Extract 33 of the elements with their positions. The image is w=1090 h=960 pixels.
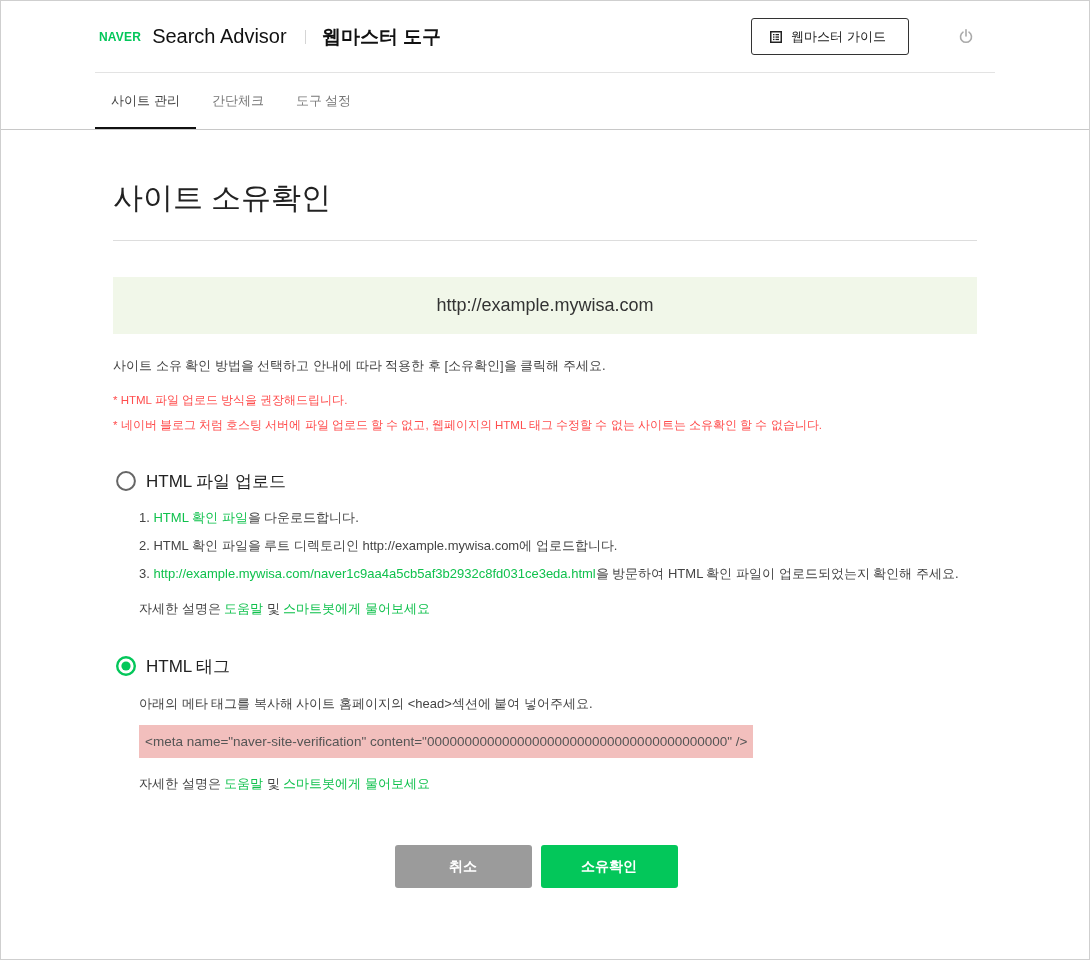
nav-tab[interactable]: 사이트 관리 [95, 73, 196, 129]
help-link[interactable]: 도움말 [224, 601, 264, 616]
list-icon [770, 30, 783, 43]
page-title: 사이트 소유확인 [113, 130, 977, 241]
description-text: 아래의 메타 태그를 복사해 사이트 홈페이지의 <head>섹션에 붙여 넣어주세요. [139, 695, 594, 713]
step-link[interactable]: HTML 확인 파일 [153, 510, 248, 525]
site-url: http://example.mywisa.com [436, 295, 654, 316]
step-text: 3. http://example.mywisa.com/naver1c9aa4a5cb5af3b2932c8fd031ce3eda.html을 방문하여 HTML 확인 파일이 업로드되었는지 확인해 주세요. [139, 565, 960, 583]
option-label[interactable]: HTML 파일 업로드 [146, 469, 287, 493]
help-text: 자세한 설명은 도움말 및 스마트봇에게 물어보세요 [139, 775, 432, 793]
radio-button[interactable] [116, 471, 136, 491]
warning-note: * 네이버 블로그 처럼 호스팅 서버에 파일 업로드 할 수 없고, 웹페이지의 HTML 태그 수정할 수 없는 사이트는 소유확인 할 수 없습니다. [113, 418, 823, 433]
help-text: 자세한 설명은 도움말 및 스마트봇에게 물어보세요 [139, 600, 432, 618]
nav-tab[interactable]: 간단체크 [195, 73, 280, 129]
power-icon[interactable] [959, 29, 973, 44]
guide-button[interactable]: 웹마스터 가이드 [751, 18, 909, 55]
step-text: 2. HTML 확인 파일을 루트 디렉토리인 http://example.mywisa.com에 업로드합니다. [139, 537, 619, 555]
radio-button[interactable] [116, 656, 136, 676]
confirm-button[interactable]: 소유확인 [540, 845, 678, 888]
product-name: Search Advisor [152, 25, 287, 48]
step-link[interactable]: http://example.mywisa.com/naver1c9aa4a5cb5af3b2932c8fd031ce3eda.html [153, 566, 596, 581]
nav-tab[interactable]: 도구 설정 [279, 73, 368, 129]
help-link[interactable]: 도움말 [224, 776, 264, 791]
tool-title: 웹마스터 도구 [321, 24, 441, 49]
warning-note: * HTML 파일 업로드 방식을 권장해드립니다. [113, 393, 349, 408]
instruction-text: 사이트 소유 확인 방법을 선택하고 안내에 따라 적용한 후 [소유확인]을 클릭해 주세요. [113, 357, 607, 375]
cancel-button[interactable]: 취소 [394, 845, 532, 888]
help-link[interactable]: 스마트봇에게 물어보세요 [283, 776, 431, 791]
naver-logo[interactable]: NAVER [99, 29, 142, 44]
meta-tag-code[interactable]: <meta name="naver-site-verification" content="0000000000000000000000000000000000000000" /> [139, 725, 754, 758]
option-label[interactable]: HTML 태그 [146, 654, 231, 678]
step-text: 1. HTML 확인 파일 을 다운로드합니다. [139, 509, 360, 527]
help-link[interactable]: 스마트봇에게 물어보세요 [283, 601, 431, 616]
